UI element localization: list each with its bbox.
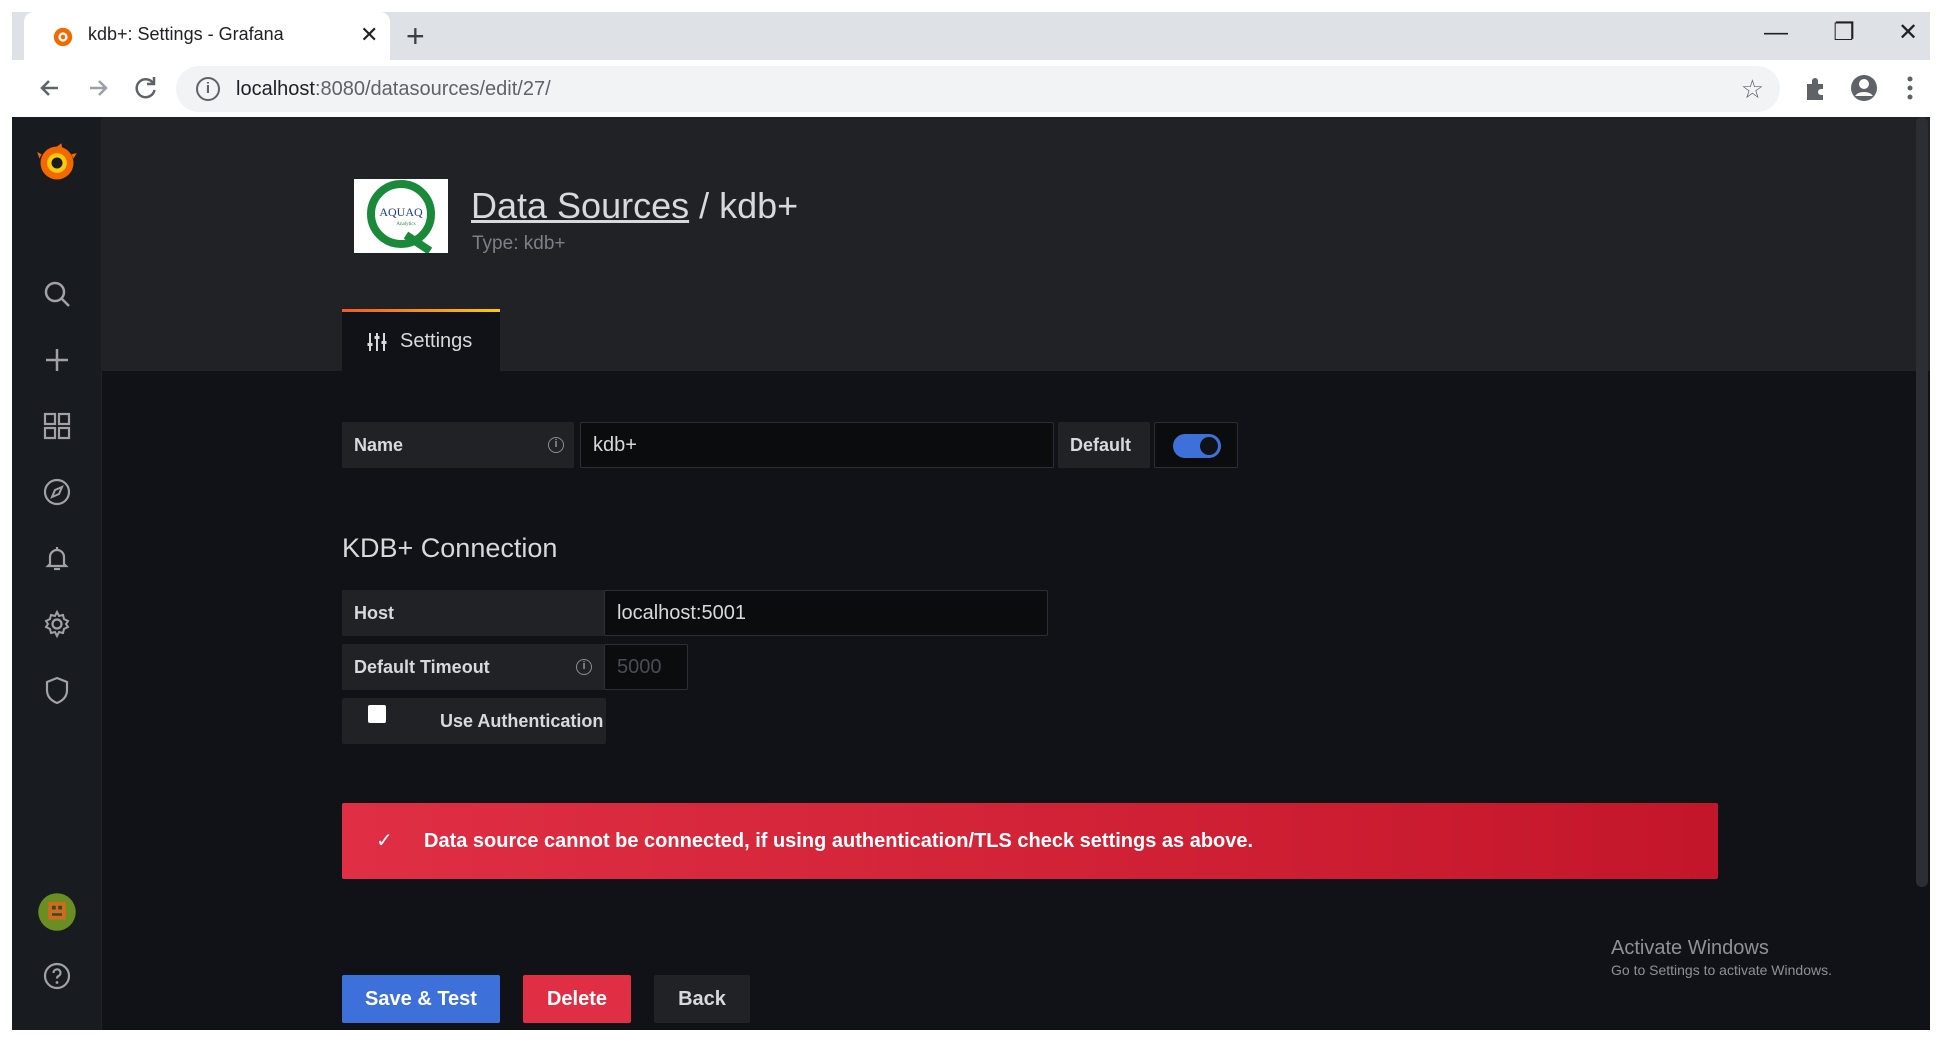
delete-button[interactable]: Delete — [523, 975, 631, 1023]
url-host: localhost — [236, 78, 315, 100]
browser-toolbar: i localhost:8080/datasources/edit/27/ ☆ — [12, 60, 1930, 117]
explore-compass-icon[interactable] — [12, 467, 102, 517]
side-menu — [12, 117, 102, 1030]
profile-account-icon[interactable] — [1846, 70, 1882, 106]
bookmark-star-icon[interactable]: ☆ — [1741, 74, 1764, 104]
timeout-label: Default Timeout i — [342, 644, 606, 690]
grafana-favicon-icon — [53, 27, 73, 47]
sliders-icon — [367, 333, 387, 351]
section-title: KDB+ Connection — [342, 533, 558, 563]
back-button[interactable]: Back — [654, 975, 750, 1023]
active-tab-indicator — [342, 309, 500, 312]
plus-icon[interactable] — [12, 335, 102, 385]
address-bar[interactable]: i localhost:8080/datasources/edit/27/ ☆ — [176, 66, 1780, 112]
grafana-app: AQUAQ Analytics Data Sources / kdb+ Type… — [12, 117, 1930, 1030]
forward-arrow-icon[interactable] — [80, 70, 116, 106]
window-restore-button[interactable]: ❐ — [1824, 16, 1864, 50]
url-text[interactable]: localhost:8080/datasources/edit/27/ — [236, 78, 551, 101]
dashboards-icon[interactable] — [12, 401, 102, 451]
extensions-puzzle-icon[interactable] — [1798, 70, 1834, 106]
watermark-title: Activate Windows — [1611, 937, 1769, 959]
help-icon[interactable] — [12, 951, 102, 1001]
url-path: :8080/datasources/edit/27/ — [314, 78, 551, 100]
server-admin-shield-icon[interactable] — [12, 665, 102, 715]
user-avatar[interactable] — [12, 887, 102, 937]
datasource-logo: AQUAQ Analytics — [354, 179, 448, 255]
breadcrumb-separator: / — [689, 185, 720, 226]
error-alert: ✓ Data source cannot be connected, if us… — [342, 803, 1718, 879]
default-label: Default — [1058, 422, 1150, 468]
datasource-type: Type: kdb+ — [472, 233, 566, 254]
grafana-logo-icon[interactable] — [12, 133, 102, 193]
use-authentication-checkbox[interactable] — [368, 705, 386, 723]
logo-subtext: Analytics — [396, 222, 415, 227]
default-toggle[interactable] — [1173, 434, 1221, 458]
new-tab-button[interactable]: + — [406, 18, 425, 54]
tab-strip: kdb+: Settings - Grafana ✕ + — ❐ ✕ — [12, 12, 1930, 60]
reload-icon[interactable] — [128, 70, 164, 106]
logo-text: AQUAQ — [379, 205, 423, 219]
browser-chrome: kdb+: Settings - Grafana ✕ + — ❐ ✕ i loc… — [12, 12, 1930, 117]
tab-close-icon[interactable]: ✕ — [360, 22, 378, 48]
name-label: Name i — [342, 422, 574, 468]
info-icon[interactable]: i — [576, 659, 592, 675]
watermark-subtitle: Go to Settings to activate Windows. — [1611, 962, 1832, 978]
name-input[interactable]: kdb+ — [580, 422, 1054, 468]
timeout-input[interactable]: 5000 — [604, 644, 688, 690]
site-info-icon[interactable]: i — [196, 77, 220, 101]
search-icon[interactable] — [12, 269, 102, 319]
save-test-button[interactable]: Save & Test — [342, 975, 500, 1023]
alerting-bell-icon[interactable] — [12, 533, 102, 583]
configuration-gear-icon[interactable] — [12, 599, 102, 649]
host-input[interactable]: localhost:5001 — [604, 590, 1048, 636]
datasource-title: kdb+ — [719, 185, 799, 226]
page-scrollbar[interactable] — [1916, 117, 1928, 887]
breadcrumb-data-sources-link[interactable]: Data Sources — [471, 185, 689, 226]
back-arrow-icon[interactable] — [32, 70, 68, 106]
page-title: Data Sources / kdb+ — [471, 185, 798, 227]
info-icon[interactable]: i — [548, 437, 564, 453]
page-content: AQUAQ Analytics Data Sources / kdb+ Type… — [102, 117, 1930, 1030]
tab-settings-label: Settings — [400, 330, 473, 352]
windows-activation-watermark: Activate Windows Go to Settings to activ… — [1611, 937, 1832, 978]
name-label-text: Name — [354, 435, 404, 455]
tab-settings[interactable]: Settings — [342, 309, 500, 371]
default-toggle-field — [1154, 422, 1238, 468]
host-label: Host — [342, 590, 606, 636]
window-minimize-button[interactable]: — — [1756, 16, 1796, 50]
timeout-label-text: Default Timeout — [354, 657, 490, 677]
toggle-knob — [1200, 437, 1218, 455]
tab-title: kdb+: Settings - Grafana — [88, 24, 284, 44]
alert-message: Data source cannot be connected, if usin… — [424, 830, 1254, 852]
check-icon: ✓ — [376, 830, 393, 852]
browser-menu-icon[interactable] — [1892, 70, 1928, 106]
window-close-button[interactable]: ✕ — [1888, 16, 1928, 50]
browser-tab[interactable]: kdb+: Settings - Grafana ✕ — [24, 12, 390, 60]
